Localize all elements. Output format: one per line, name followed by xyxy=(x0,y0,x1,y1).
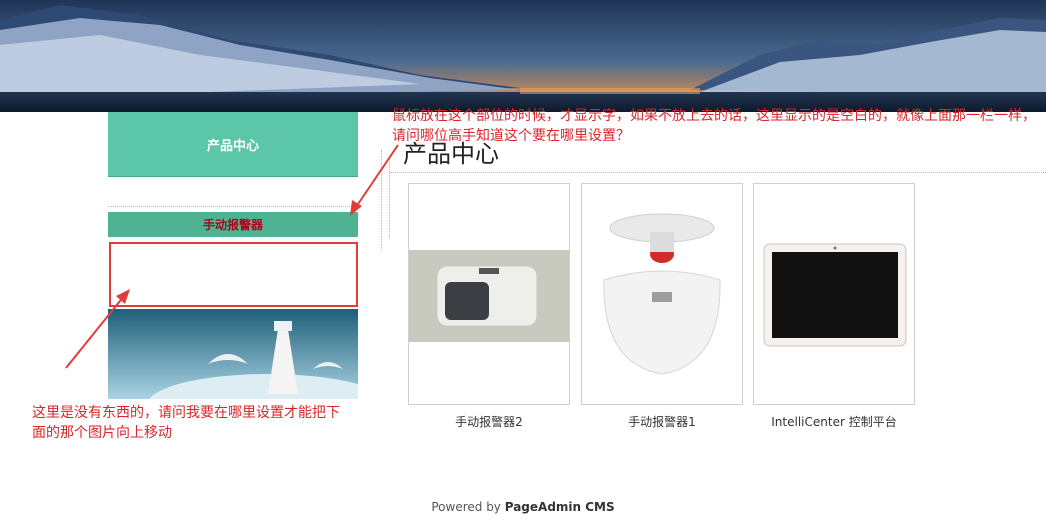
annotation-arrow-top xyxy=(353,144,399,211)
annotation-arrow-left xyxy=(65,295,125,369)
annotation-arrows xyxy=(65,144,399,369)
